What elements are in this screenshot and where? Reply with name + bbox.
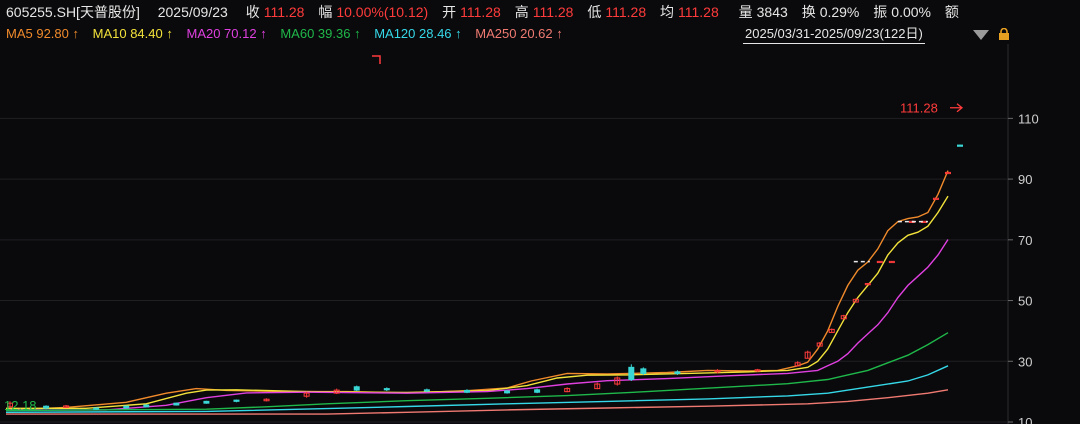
- y-axis: 110 90 70 50 30 10: [1008, 111, 1039, 424]
- avg-label: 均: [660, 4, 674, 20]
- date-range-selector[interactable]: 2025/03/31-2025/09/23(122日): [743, 25, 925, 44]
- ma-legend-item[interactable]: MA60 39.36 ↑: [280, 26, 360, 41]
- candle: [828, 328, 835, 333]
- volume-value: 3843: [756, 4, 788, 20]
- quote-header: 605255.SH[天普股份] 2025/09/23 收 111.28 幅 10.0…: [6, 2, 963, 22]
- candle: [233, 399, 240, 403]
- quote-date: 2025/09/23: [157, 4, 228, 20]
- high-label: 高: [514, 4, 529, 20]
- annotations: 111.28 12.18: [4, 55, 964, 413]
- ma5-label: MA5 92.80: [6, 26, 69, 41]
- last-price-arrow-icon: [950, 103, 964, 113]
- ma10-line: [6, 195, 949, 409]
- candle: [534, 388, 541, 394]
- dropdown-triangle-icon[interactable]: [973, 30, 989, 40]
- candle: [944, 171, 951, 175]
- change-value: 10.00%(10.12): [336, 4, 429, 20]
- ma-legend-item[interactable]: MA10 84.40 ↑: [93, 26, 173, 41]
- turnover-label: 换: [801, 4, 816, 20]
- lock-icon[interactable]: [998, 28, 1010, 40]
- ma10-label: MA10 84.40: [92, 26, 163, 41]
- candle: [804, 350, 811, 359]
- ma5-line: [5, 170, 949, 411]
- candle: [932, 197, 939, 200]
- ma120-label: MA120 28.46: [374, 26, 452, 41]
- candle: [876, 260, 883, 264]
- stock-code[interactable]: 605255.SH[天普股份]: [6, 4, 140, 20]
- y-tick-label: 30: [1018, 354, 1032, 369]
- candle: [463, 389, 470, 394]
- ma-legend-item[interactable]: MA120 28.46 ↑: [374, 26, 461, 41]
- open-label: 开: [442, 4, 457, 20]
- low-price-label: 12.18: [4, 398, 37, 413]
- candle: [263, 398, 270, 402]
- high-value: 111.28: [532, 4, 574, 20]
- candle: [93, 407, 100, 410]
- candle: [640, 367, 647, 375]
- candle: [628, 364, 635, 382]
- turnover-value: 0.29%: [819, 4, 860, 20]
- amount-label: 额: [944, 4, 959, 20]
- candle: [864, 282, 871, 286]
- corner-mark-icon: [372, 55, 381, 64]
- candle: [564, 387, 571, 393]
- ma60-label: MA60 39.36: [280, 26, 351, 41]
- candle: [888, 260, 895, 264]
- y-tick-label: 10: [1018, 415, 1032, 424]
- ma120-arrow-icon: ↑: [455, 26, 462, 41]
- ma-legend: MA5 92.80 ↑ MA10 84.40 ↑ MA20 70.12 ↑ MA…: [6, 24, 573, 44]
- ma250-line: [6, 389, 949, 415]
- candle: [957, 144, 963, 147]
- open-value: 111.28: [460, 4, 501, 20]
- ma250-label: MA250 20.62: [475, 26, 553, 41]
- ma20-label: MA20 70.12: [186, 26, 257, 41]
- candle: [203, 400, 210, 404]
- ma60-arrow-icon: ↑: [354, 26, 361, 41]
- avg-value: 111.28: [678, 4, 719, 20]
- ma250-arrow-icon: ↑: [556, 26, 563, 41]
- candle: [143, 404, 150, 408]
- ma-legend-item[interactable]: MA5 92.80 ↑: [6, 26, 79, 41]
- close-label: 收: [245, 4, 260, 20]
- low-value: 111.28: [605, 4, 647, 20]
- candle: [794, 361, 801, 367]
- candle: [594, 382, 601, 390]
- candle: [383, 387, 390, 392]
- y-tick-label: 110: [1018, 111, 1039, 126]
- candle: [173, 402, 180, 406]
- ma20-line: [6, 239, 949, 411]
- candle: [816, 342, 823, 347]
- low-label: 低: [587, 4, 602, 20]
- ma-lines: [5, 170, 949, 415]
- y-tick-label: 70: [1018, 233, 1032, 248]
- ma5-arrow-icon: ↑: [72, 26, 80, 41]
- candle: [63, 404, 70, 409]
- volume-label: 量: [738, 4, 753, 20]
- last-price-label: 111.28: [900, 101, 938, 116]
- ma-legend-item[interactable]: MA20 70.12 ↑: [186, 26, 266, 41]
- ma20-arrow-icon: ↑: [260, 26, 267, 41]
- ma10-arrow-icon: ↑: [166, 26, 173, 41]
- amplitude-label: 振: [873, 4, 888, 20]
- amplitude-value: 0.00%: [891, 4, 931, 20]
- change-label: 幅: [318, 4, 333, 20]
- chart-grid: [0, 117, 1008, 423]
- y-tick-label: 50: [1018, 294, 1032, 309]
- ma-legend-item[interactable]: MA250 20.62 ↑: [475, 26, 562, 41]
- y-tick-label: 90: [1018, 172, 1032, 187]
- close-value: 111.28: [263, 4, 305, 20]
- price-chart[interactable]: 110 90 70 50 30 10 111.28 12.18: [0, 44, 1080, 424]
- candle: [353, 385, 360, 392]
- candle: [123, 405, 130, 409]
